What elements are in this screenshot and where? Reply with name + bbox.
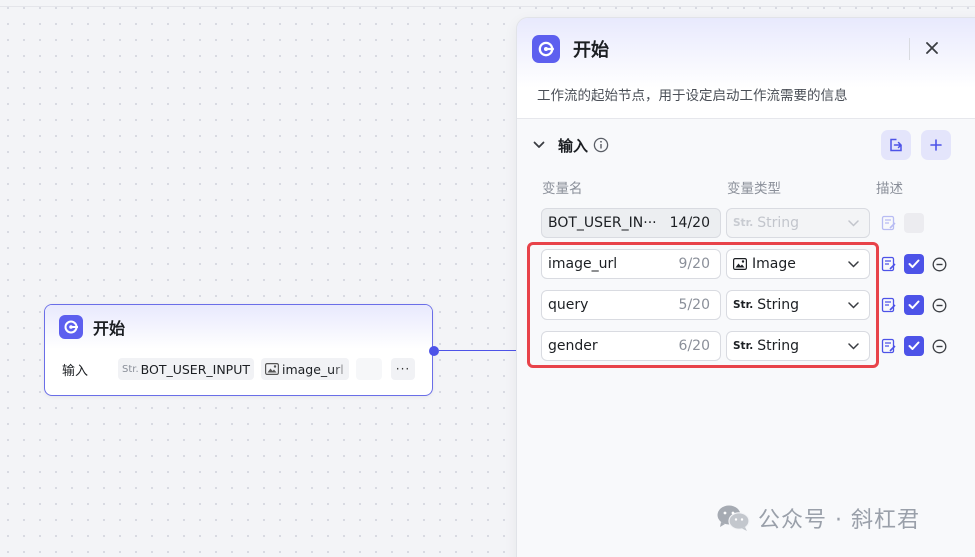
remove-icon[interactable] (931, 297, 947, 313)
variable-type-value: Image (752, 256, 796, 272)
string-type-icon: Str. (733, 340, 754, 352)
variable-type-value: String (757, 338, 800, 354)
variable-type-select: Str. String (726, 208, 870, 238)
info-icon[interactable] (593, 137, 609, 153)
node-output-port[interactable] (429, 346, 439, 356)
wechat-icon (716, 504, 750, 532)
top-divider (0, 6, 975, 7)
start-node-title: 开始 (93, 319, 126, 338)
description-edit-icon[interactable] (881, 297, 897, 313)
add-variable-button[interactable] (921, 130, 951, 160)
node-config-panel: 开始 工作流的起始节点，用于设定启动工作流需要的信息 输入 变量名 变量类型 描… (516, 17, 975, 557)
string-type-icon: Str. (733, 299, 754, 311)
input-chip-label: BOT_USER_INPUT (140, 361, 250, 377)
start-node-input-row: 输入 Str. BOT_USER_INPUT image_url (45, 357, 432, 381)
chevron-down-icon (848, 342, 859, 350)
char-counter: 14/20 (669, 215, 710, 231)
start-node-icon (59, 315, 83, 339)
start-node-icon (532, 35, 560, 63)
string-type-icon: Str. (733, 217, 754, 229)
panel-title[interactable]: 开始 (573, 36, 609, 62)
required-checkbox (904, 213, 924, 233)
image-icon (265, 363, 279, 375)
description-edit-icon (881, 215, 897, 231)
input-chip-overflow (356, 358, 382, 380)
required-checkbox[interactable] (904, 295, 924, 315)
description-edit-icon[interactable] (881, 338, 897, 354)
variable-type-select[interactable]: Image (726, 249, 870, 279)
variable-type-select[interactable]: Str. String (726, 290, 870, 320)
more-inputs-button[interactable]: ··· (391, 358, 415, 380)
panel-header: 开始 工作流的起始节点，用于设定启动工作流需要的信息 (517, 18, 975, 119)
start-node-header: 开始 (45, 305, 432, 349)
variable-row: gender 6/20 Str. String (541, 331, 961, 361)
variable-row: query 5/20 Str. String (541, 290, 961, 320)
column-header-description: 描述 (876, 181, 903, 197)
input-section-title: 输入 (558, 136, 589, 155)
required-checkbox[interactable] (904, 254, 924, 274)
chevron-down-icon (848, 301, 859, 309)
start-node-input-label: 输入 (62, 363, 89, 379)
input-chip: Str. BOT_USER_INPUT (118, 358, 254, 380)
watermark: 公众号 · 斜杠君 (716, 502, 920, 534)
variable-name-input: BOT_USER_IN··· 14/20 (541, 208, 721, 238)
input-chip: image_url (261, 358, 349, 380)
variable-type-value: String (757, 215, 800, 231)
description-edit-icon[interactable] (881, 256, 897, 272)
string-type-icon: Str. (122, 363, 139, 375)
chevron-down-icon[interactable] (531, 137, 547, 153)
remove-icon[interactable] (931, 338, 947, 354)
required-checkbox[interactable] (904, 336, 924, 356)
variable-row: BOT_USER_IN··· 14/20 Str. String (541, 208, 961, 238)
variable-name-input[interactable]: image_url 9/20 (541, 249, 721, 279)
variable-type-select[interactable]: Str. String (726, 331, 870, 361)
variable-name-input[interactable]: query 5/20 (541, 290, 721, 320)
remove-icon[interactable] (931, 256, 947, 272)
close-icon[interactable] (921, 36, 943, 60)
chevron-down-icon (848, 260, 859, 268)
input-section-header[interactable]: 输入 (531, 130, 609, 160)
chevron-down-icon (848, 219, 859, 227)
variable-name-input[interactable]: gender 6/20 (541, 331, 721, 361)
watermark-text: 公众号 · 斜杠君 (758, 508, 920, 533)
connection-edge (439, 349, 517, 351)
variable-type-value: String (757, 297, 800, 313)
header-divider (909, 38, 910, 60)
column-header-type: 变量类型 (727, 181, 781, 197)
panel-description: 工作流的起始节点，用于设定启动工作流需要的信息 (537, 88, 848, 104)
image-icon (733, 258, 747, 270)
char-counter: 6/20 (678, 338, 710, 354)
input-chip-label: image_url (282, 361, 344, 377)
variable-row: image_url 9/20 Image (541, 249, 961, 279)
start-node[interactable]: 开始 输入 Str. BOT_USER_INPUT image_url ··· (44, 304, 433, 396)
char-counter: 5/20 (678, 297, 710, 313)
column-header-name: 变量名 (542, 181, 583, 197)
import-variable-button[interactable] (881, 130, 911, 160)
char-counter: 9/20 (678, 256, 710, 272)
